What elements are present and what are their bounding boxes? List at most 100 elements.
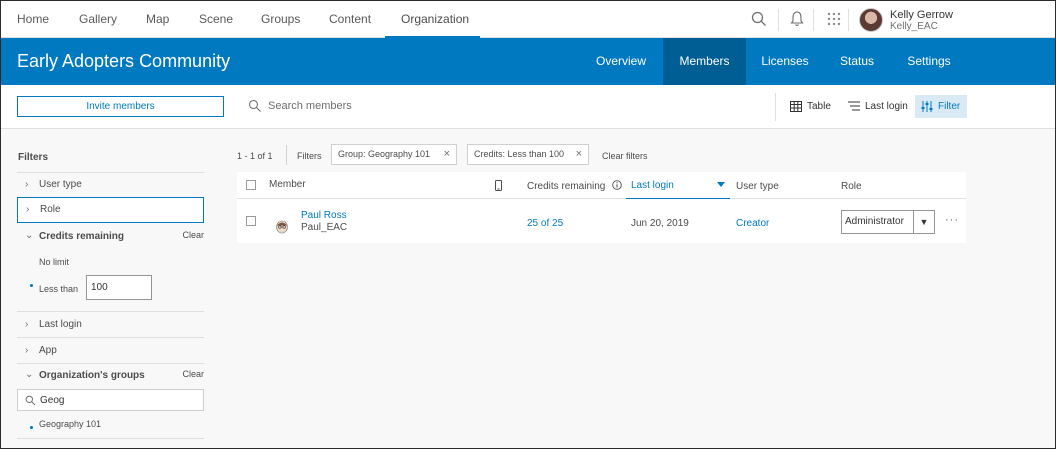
table-header: Member Credits remaining Last login User… xyxy=(237,172,966,199)
row-checkbox[interactable] xyxy=(246,216,256,226)
filter-last-login-label: Last login xyxy=(39,319,82,330)
column-role[interactable]: Role xyxy=(841,181,862,192)
chevron-right-icon: › xyxy=(25,319,29,330)
sort-label: Last login xyxy=(865,101,908,112)
member-user-type-link[interactable]: Creator xyxy=(736,218,769,229)
filter-groups-label: Organization's groups xyxy=(39,370,145,381)
member-name-link[interactable]: Paul Ross xyxy=(301,210,347,221)
search-icon[interactable] xyxy=(750,10,768,28)
app-window: Home Gallery Map Scene Groups Content Or… xyxy=(0,0,1056,449)
option-less-than[interactable]: Less than xyxy=(39,284,78,294)
nav-gallery[interactable]: Gallery xyxy=(79,1,117,38)
nav-home[interactable]: Home xyxy=(17,1,49,38)
clear-credits-link[interactable]: Clear xyxy=(182,230,204,240)
nav-divider xyxy=(778,9,779,31)
nav-content[interactable]: Content xyxy=(329,1,371,38)
search-members-input[interactable] xyxy=(268,96,568,116)
tab-licenses[interactable]: Licenses xyxy=(754,38,816,85)
close-icon[interactable]: × xyxy=(576,145,582,164)
role-dropdown-value: Administrator xyxy=(845,216,904,227)
filter-user-type[interactable]: › User type xyxy=(17,172,204,196)
members-table: Member Credits remaining Last login User… xyxy=(237,172,966,243)
nav-scene[interactable]: Scene xyxy=(199,1,233,38)
filter-role[interactable]: › Role xyxy=(17,197,204,223)
caret-down-icon[interactable]: ▼ xyxy=(913,211,934,233)
bell-icon[interactable] xyxy=(788,10,806,28)
nav-map[interactable]: Map xyxy=(146,1,169,38)
filter-chip-credits[interactable]: Credits: Less than 100 × xyxy=(467,144,589,165)
table-icon xyxy=(790,101,802,112)
filters-heading: Filters xyxy=(18,152,49,163)
chevron-right-icon: › xyxy=(26,204,30,215)
toolbar-divider xyxy=(775,93,776,121)
top-navigation: Home Gallery Map Scene Groups Content Or… xyxy=(1,1,1055,38)
filter-user-type-label: User type xyxy=(39,179,82,190)
results-count: 1 - 1 of 1 xyxy=(237,151,273,161)
selected-option-indicator xyxy=(30,284,33,287)
option-geography-101[interactable]: Geography 101 xyxy=(39,419,101,429)
group-search-input[interactable] xyxy=(40,393,190,408)
filter-chip-group-label: Group: Geography 101 xyxy=(338,149,431,159)
less-than-input[interactable] xyxy=(86,275,152,300)
sorted-column-indicator xyxy=(626,198,730,199)
sort-icon xyxy=(848,101,860,111)
tab-members[interactable]: Members xyxy=(663,38,746,85)
app-launcher-icon[interactable] xyxy=(825,10,843,28)
org-header: Early Adopters Community Overview Member… xyxy=(1,38,1055,85)
members-toolbar: Invite members Table Last login xyxy=(1,85,1055,129)
sort-button[interactable]: Last login xyxy=(848,95,910,118)
filter-chip-credits-label: Credits: Less than 100 xyxy=(474,149,565,159)
column-member[interactable]: Member xyxy=(269,179,306,190)
user-avatar[interactable] xyxy=(859,8,883,32)
member-credits-link[interactable]: 25 of 25 xyxy=(527,218,563,229)
nav-divider xyxy=(813,9,814,31)
clear-filters-link[interactable]: Clear filters xyxy=(602,151,648,161)
filter-last-login[interactable]: › Last login xyxy=(17,311,204,337)
more-options-icon[interactable]: ··· xyxy=(945,214,959,226)
group-search-field[interactable] xyxy=(17,389,204,411)
user-full-name[interactable]: Kelly Gerrow xyxy=(890,9,953,21)
nav-divider xyxy=(848,9,849,31)
filter-organization-groups[interactable]: ⌄ Organization's groups Clear xyxy=(17,363,204,387)
selected-option-indicator xyxy=(30,426,33,429)
filter-app-label: App xyxy=(39,345,57,356)
nav-groups[interactable]: Groups xyxy=(261,1,300,38)
nav-organization[interactable]: Organization xyxy=(385,1,480,38)
table-view-label: Table xyxy=(807,101,831,112)
tab-status[interactable]: Status xyxy=(831,38,883,85)
search-icon xyxy=(248,99,261,112)
member-avatar[interactable] xyxy=(275,220,289,236)
tab-overview[interactable]: Overview xyxy=(587,38,655,85)
option-no-limit[interactable]: No limit xyxy=(39,257,69,267)
chevron-down-icon: ⌄ xyxy=(25,369,34,380)
filter-credits-remaining[interactable]: ⌄ Credits remaining Clear xyxy=(17,225,204,249)
chevron-right-icon: › xyxy=(25,179,29,190)
member-last-login: Jun 20, 2019 xyxy=(631,218,689,229)
column-credits-remaining[interactable]: Credits remaining xyxy=(527,181,605,192)
column-user-type[interactable]: User type xyxy=(736,181,779,192)
org-title: Early Adopters Community xyxy=(17,51,231,71)
member-username: Paul_EAC xyxy=(301,222,348,233)
select-all-checkbox[interactable] xyxy=(246,180,256,190)
tab-settings[interactable]: Settings xyxy=(896,38,962,85)
filter-sliders-icon xyxy=(921,101,933,112)
info-icon[interactable] xyxy=(612,180,622,190)
filter-label: Filter xyxy=(938,101,961,112)
filter-button[interactable]: Filter xyxy=(915,95,967,118)
filter-role-label: Role xyxy=(40,204,61,215)
filter-app[interactable]: › App xyxy=(17,337,204,363)
filter-chip-group[interactable]: Group: Geography 101 × xyxy=(331,144,457,165)
clear-groups-link[interactable]: Clear xyxy=(182,369,204,379)
mobile-device-icon xyxy=(495,180,502,191)
chevron-down-icon: ⌄ xyxy=(25,230,34,241)
chevron-right-icon: › xyxy=(25,345,29,356)
role-dropdown[interactable]: Administrator ▼ xyxy=(841,210,935,234)
sidebar-divider xyxy=(17,438,204,439)
column-last-login[interactable]: Last login xyxy=(631,180,674,191)
filter-credits-label: Credits remaining xyxy=(39,231,125,242)
sort-descending-icon[interactable] xyxy=(717,182,725,187)
table-view-button[interactable]: Table xyxy=(790,95,835,118)
user-username[interactable]: Kelly_EAC xyxy=(890,21,938,32)
close-icon[interactable]: × xyxy=(444,145,450,164)
invite-members-button[interactable]: Invite members xyxy=(17,96,224,117)
